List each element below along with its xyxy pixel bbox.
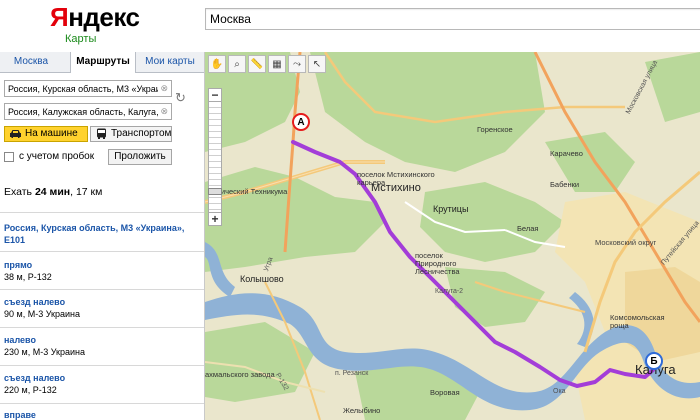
route-step-title: прямо: [4, 260, 33, 270]
map-label: Воровая: [430, 388, 460, 397]
route-step-title: вправе: [4, 410, 36, 420]
divider: [0, 403, 204, 404]
map-label: хнический Техникума: [213, 187, 288, 196]
tab-routes[interactable]: Маршруты: [70, 52, 136, 73]
zoom-in-button[interactable]: +: [208, 212, 222, 226]
mode-transport-label: Транспортом: [111, 128, 172, 139]
zoom-slider[interactable]: [208, 102, 222, 212]
summary-time: 24 мин: [34, 186, 71, 198]
clear-icon[interactable]: ⊗: [160, 83, 168, 94]
route-icon[interactable]: ⤳: [288, 55, 306, 73]
mode-car-label: На машине: [25, 128, 78, 139]
car-icon: [10, 130, 21, 138]
hand-icon[interactable]: ✋: [208, 55, 226, 73]
route-end-pin[interactable]: Б: [645, 352, 663, 370]
route-step[interactable]: съезд налево 90 м, М-3 Украина: [4, 296, 80, 320]
route-point-b[interactable]: ⊗: [4, 103, 172, 120]
map-label: Бабенки: [550, 180, 580, 189]
bus-icon: [97, 128, 106, 139]
route-step-title: налево: [4, 335, 36, 345]
zoom-control: − +: [208, 88, 222, 226]
mode-car[interactable]: На машине: [4, 126, 88, 142]
search-input[interactable]: [206, 9, 694, 29]
route-step-detail: 90 м, М-3 Украина: [4, 309, 80, 319]
map-label: п. Резанск: [335, 370, 369, 377]
route-step[interactable]: налево 230 м, М-3 Украина: [4, 334, 85, 358]
map-label: Горенское: [477, 125, 513, 134]
route-step-detail: 38 м, Р-132: [4, 272, 52, 282]
ruler-icon[interactable]: 📏: [248, 55, 266, 73]
route-start-pin[interactable]: А: [292, 113, 310, 131]
route-step-title: съезд налево: [4, 297, 66, 307]
magnifier-icon[interactable]: ⌕: [228, 55, 246, 73]
build-route-button[interactable]: Проложить: [108, 149, 172, 165]
summary-distance: , 17 км: [70, 186, 103, 198]
map-label: Комсомольская роща: [610, 313, 665, 330]
pointer-icon[interactable]: ↖: [308, 55, 326, 73]
map-label: ахмальского завода: [205, 370, 275, 379]
yandex-logo[interactable]: Яндекс Карты: [0, 0, 204, 52]
divider: [0, 289, 204, 290]
map-label: Калуга-2: [435, 288, 464, 295]
map-label: Колышово: [240, 274, 284, 284]
divider: [0, 212, 204, 213]
summary-prefix: Ехать: [4, 186, 35, 198]
search-box[interactable]: [205, 8, 700, 30]
route-step-detail: 220 м, Р-132: [4, 385, 57, 395]
left-panel: Москва Маршруты Мои карты ⊗ ⊗ ↻ На машин…: [0, 52, 205, 420]
route-summary: Ехать 24 мин, 17 км: [4, 186, 102, 198]
map-label: Ока: [553, 388, 566, 395]
logo-text: Яндекс: [50, 2, 140, 32]
map-label: поселок Мстихинского карьера: [357, 170, 435, 187]
logo-rest: ндекс: [68, 2, 140, 32]
divider: [0, 327, 204, 328]
map-label: Желыбино: [343, 406, 381, 415]
route-step[interactable]: прямо 38 м, Р-132: [4, 259, 52, 283]
traffic-label: с учетом пробок: [19, 151, 95, 162]
logo-subtitle[interactable]: Карты: [65, 33, 96, 45]
map-label: Белая: [517, 224, 539, 233]
clear-icon[interactable]: ⊗: [160, 106, 168, 117]
traffic-toggle[interactable]: с учетом пробок: [4, 151, 94, 162]
map-background: [205, 52, 700, 420]
mode-transport[interactable]: Транспортом: [90, 126, 172, 142]
route-step[interactable]: вправе: [4, 409, 36, 420]
tabs: Москва Маршруты Мои карты: [0, 52, 204, 73]
map-label: Московский округ: [595, 238, 657, 247]
route-step-title: съезд налево: [4, 373, 66, 383]
map-label: Крутицы: [433, 204, 469, 214]
start-point-link[interactable]: Россия, Курская область, М3 «Украина», Е…: [4, 222, 194, 246]
map-label: Карачево: [550, 149, 583, 158]
map-toolbar: ✋ ⌕ 📏 ▦ ⤳ ↖: [208, 55, 326, 73]
zoom-slider-thumb[interactable]: [208, 188, 222, 195]
map-canvas[interactable]: хнический Техникума Мстихино поселок Мст…: [205, 52, 700, 420]
tab-moskva[interactable]: Москва: [0, 52, 62, 72]
swap-points-icon[interactable]: ↻: [175, 90, 186, 106]
route-step[interactable]: съезд налево 220 м, Р-132: [4, 372, 65, 396]
route-points: ⊗ ⊗: [4, 80, 172, 126]
route-point-b-input[interactable]: [5, 104, 161, 119]
route-point-a-input[interactable]: [5, 81, 161, 96]
divider: [0, 251, 204, 252]
tab-my-maps[interactable]: Мои карты: [138, 52, 202, 72]
map-label: поселок Природного Лесничества: [415, 251, 460, 276]
traffic-checkbox[interactable]: [4, 151, 14, 162]
route-point-a[interactable]: ⊗: [4, 80, 172, 97]
divider: [0, 365, 204, 366]
layers-icon[interactable]: ▦: [268, 55, 286, 73]
route-step-detail: 230 м, М-3 Украина: [4, 347, 85, 357]
zoom-out-button[interactable]: −: [208, 88, 222, 102]
